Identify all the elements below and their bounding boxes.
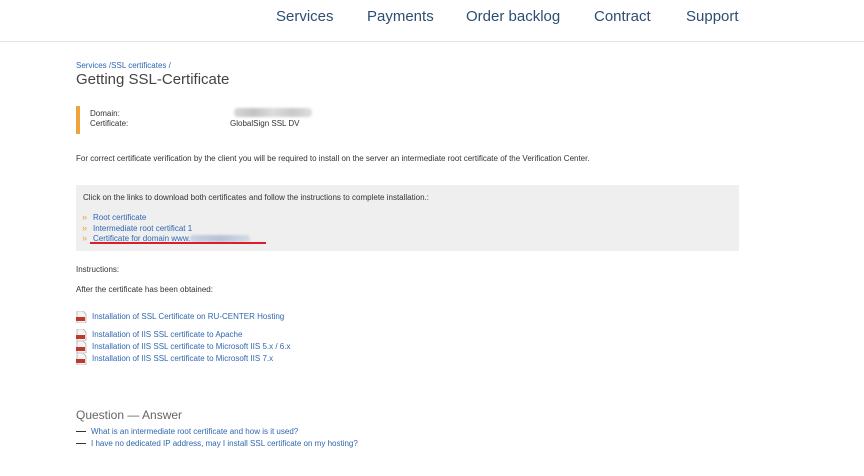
download-box: Click on the links to download both cert… (76, 185, 739, 251)
certificate-label: Certificate: (90, 119, 129, 128)
qa-link[interactable]: What is an intermediate root certificate… (91, 427, 298, 436)
after-obtained-label: After the certificate has been obtained: (76, 285, 213, 294)
pdf-link-row[interactable]: Installation of IIS SSL certificate to A… (76, 329, 242, 341)
pdf-link-row[interactable]: Installation of SSL Certificate on RU-CE… (76, 311, 284, 323)
arrow-bullet-icon: » (82, 212, 88, 222)
arrow-bullet-icon: » (82, 233, 88, 243)
breadcrumb-ssl-certificates[interactable]: SSL certificates (111, 61, 166, 70)
intermediate-certificate-link[interactable]: Intermediate root certificat 1 (93, 224, 192, 233)
root-certificate-link[interactable]: Root certificate (93, 213, 146, 222)
pdf-icon (76, 341, 87, 353)
nav-contract[interactable]: Contract (594, 8, 651, 25)
domain-value-redacted (234, 108, 312, 117)
breadcrumb: Services /SSL certificates / (76, 61, 171, 70)
pdf-icon (76, 329, 87, 341)
pdf-link[interactable]: Installation of IIS SSL certificate to A… (92, 330, 242, 339)
nav-support[interactable]: Support (686, 8, 739, 25)
qa-item[interactable]: What is an intermediate root certificate… (76, 427, 298, 436)
pdf-icon (76, 311, 87, 323)
download-instructions: Click on the links to download both cert… (83, 193, 429, 202)
dash-icon (76, 443, 86, 445)
page-title: Getting SSL-Certificate (76, 71, 230, 88)
download-intermediate-certificate[interactable]: » Intermediate root certificat 1 (82, 223, 192, 233)
dash-icon (76, 431, 86, 433)
arrow-bullet-icon: » (82, 223, 88, 233)
highlight-underline (90, 242, 266, 244)
certificate-info-box: Domain: Certificate: GlobalSign SSL DV (76, 106, 312, 134)
pdf-link[interactable]: Installation of SSL Certificate on RU-CE… (92, 312, 284, 321)
breadcrumb-separator: / (166, 61, 171, 70)
top-navigation: Services Payments Order backlog Contract… (0, 0, 864, 42)
nav-services[interactable]: Services (276, 8, 334, 25)
download-root-certificate[interactable]: » Root certificate (82, 212, 146, 222)
breadcrumb-services[interactable]: Services (76, 61, 107, 70)
pdf-icon (76, 353, 87, 365)
pdf-link[interactable]: Installation of IIS SSL certificate to M… (92, 342, 290, 351)
qa-item[interactable]: I have no dedicated IP address, may I in… (76, 439, 358, 448)
pdf-link-row[interactable]: Installation of IIS SSL certificate to M… (76, 353, 273, 365)
domain-label: Domain: (90, 109, 120, 118)
qa-title: Question — Answer (76, 408, 183, 422)
pdf-link[interactable]: Installation of IIS SSL certificate to M… (92, 354, 273, 363)
intro-text: For correct certificate verification by … (76, 154, 590, 163)
nav-payments[interactable]: Payments (367, 8, 434, 25)
certificate-value: GlobalSign SSL DV (230, 119, 300, 128)
nav-order-backlog[interactable]: Order backlog (466, 8, 560, 25)
qa-link[interactable]: I have no dedicated IP address, may I in… (91, 439, 358, 448)
instructions-label: Instructions: (76, 265, 120, 274)
pdf-link-row[interactable]: Installation of IIS SSL certificate to M… (76, 341, 290, 353)
